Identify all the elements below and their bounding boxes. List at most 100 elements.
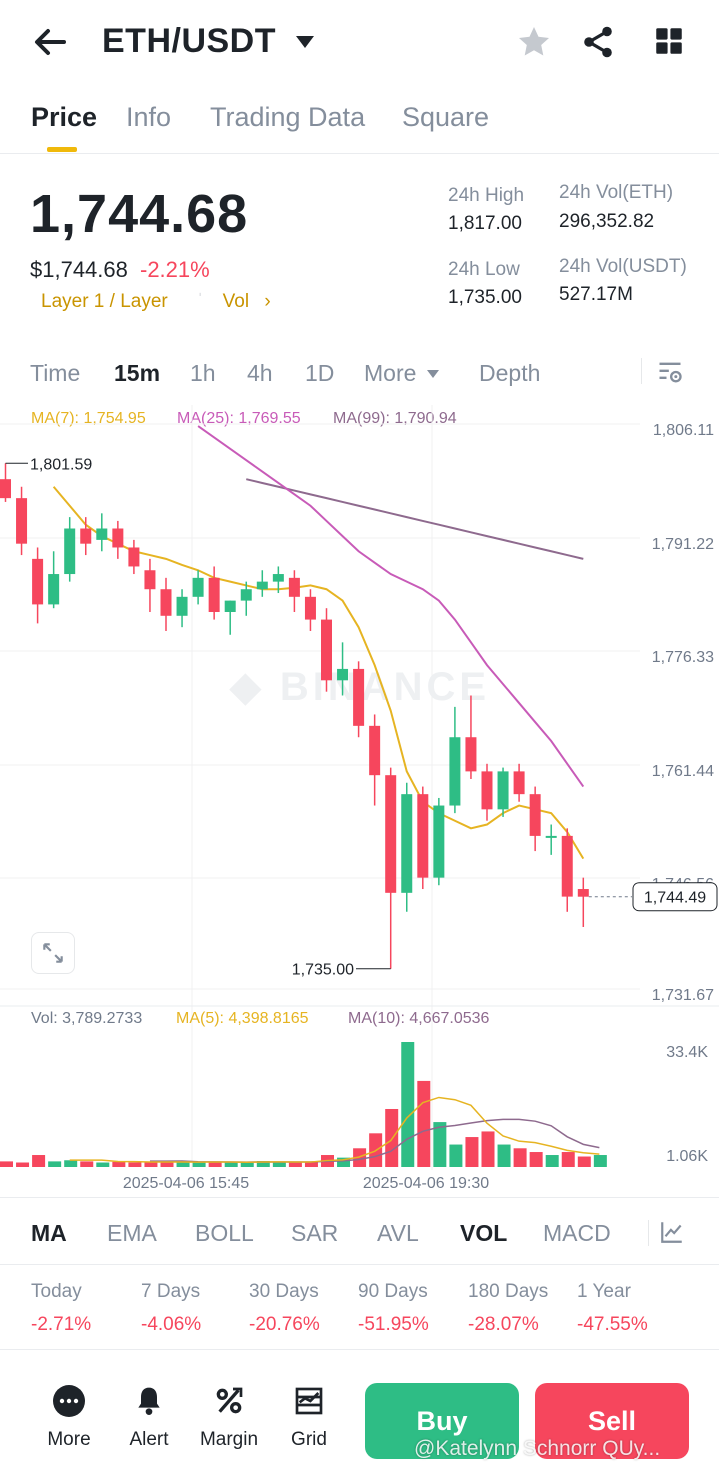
candle-body <box>465 737 477 772</box>
bottom-more-button[interactable]: More <box>24 1385 114 1451</box>
perf-label-1y: 1 Year <box>577 1281 631 1302</box>
candle-body <box>112 528 124 548</box>
volume-bar <box>288 1162 302 1167</box>
category-tag[interactable]: Layer 1 / Layer <box>41 291 168 312</box>
divider <box>0 1197 719 1198</box>
volume-bar <box>529 1152 543 1167</box>
ind-boll[interactable]: BOLL <box>195 1220 254 1247</box>
ma25-line <box>197 425 585 788</box>
share-icon[interactable] <box>580 24 616 65</box>
candle-body <box>144 570 156 590</box>
ind-macd[interactable]: MACD <box>543 1220 611 1247</box>
price-chart[interactable]: ◆ BINANCE 1,806.111,791.221,776.331,761.… <box>0 400 719 1210</box>
volume-bar <box>192 1162 206 1167</box>
tab-square[interactable]: Square <box>402 102 489 133</box>
vol-label: Vol: 3,789.2733 <box>31 1010 143 1027</box>
pair-title[interactable]: ETH/USDT <box>102 22 276 61</box>
volume-bar <box>272 1162 286 1167</box>
tf-1h[interactable]: 1h <box>190 360 216 387</box>
candle-body <box>577 889 589 897</box>
volume-bar <box>80 1161 94 1167</box>
volume-tick-label: 33.4K <box>666 1044 708 1061</box>
buy-label: Buy <box>416 1405 468 1436</box>
bell-icon <box>133 1385 165 1417</box>
ind-ema[interactable]: EMA <box>107 1220 157 1247</box>
high-value: 1,817.00 <box>448 213 522 234</box>
star-icon[interactable] <box>516 24 552 65</box>
volume-bar <box>224 1162 238 1167</box>
perf-value-30d: -20.76% <box>249 1314 320 1335</box>
volume-bar <box>577 1156 591 1167</box>
vol-ma10-label: MA(10): 4,667.0536 <box>348 1010 490 1027</box>
grid-menu-icon[interactable] <box>652 24 686 63</box>
candle-body <box>176 596 188 616</box>
volume-bar <box>417 1080 431 1167</box>
vol-usdt-label: 24h Vol(USDT) <box>559 256 687 277</box>
candle-body <box>48 574 60 605</box>
usd-price: $1,744.68 <box>30 257 128 282</box>
candle-body <box>160 589 172 616</box>
ind-sar[interactable]: SAR <box>291 1220 338 1247</box>
tf-more[interactable]: More <box>364 360 416 387</box>
grid-label: Grid <box>291 1429 327 1450</box>
y-tick-label: 1,761.44 <box>652 763 714 780</box>
volume-bar <box>48 1161 62 1167</box>
volume-bar <box>240 1162 254 1167</box>
candle-body <box>513 771 525 795</box>
tab-info[interactable]: Info <box>126 102 171 133</box>
perf-value-1y: -47.55% <box>577 1314 648 1335</box>
tf-15m[interactable]: 15m <box>114 360 160 387</box>
volume-bar <box>513 1148 527 1167</box>
tf-time[interactable]: Time <box>30 360 80 387</box>
volume-bar <box>144 1162 158 1167</box>
tab-trading-data[interactable]: Trading Data <box>210 102 365 133</box>
candle-body <box>401 794 413 893</box>
candle-body <box>256 581 268 590</box>
ind-vol[interactable]: VOL <box>460 1220 507 1247</box>
candle-body <box>32 558 44 605</box>
sell-label: Sell <box>587 1405 637 1436</box>
candle-body <box>433 805 445 878</box>
user-watermark: @Katelynn Schnorr QUy... <box>414 1437 661 1460</box>
last-price: 1,744.68 <box>30 184 249 244</box>
chart-settings-icon[interactable] <box>656 358 684 391</box>
y-tick-label: 1,776.33 <box>652 649 714 666</box>
volume-bar <box>112 1161 126 1167</box>
ma99-line <box>246 478 584 560</box>
tf-4h[interactable]: 4h <box>247 360 273 387</box>
ind-avl[interactable]: AVL <box>377 1220 419 1247</box>
volume-bar <box>593 1155 607 1167</box>
more-icon <box>53 1385 85 1417</box>
tab-price[interactable]: Price <box>31 102 97 133</box>
candle-body <box>240 589 252 601</box>
candle-body <box>417 794 429 878</box>
volume-bar <box>561 1152 575 1167</box>
perf-label-180d: 180 Days <box>468 1281 549 1302</box>
candle-body <box>128 547 140 567</box>
back-icon[interactable] <box>30 22 70 62</box>
divider <box>0 153 719 154</box>
expand-icon[interactable] <box>31 932 75 974</box>
tf-1d[interactable]: 1D <box>305 360 334 387</box>
volume-bar <box>497 1144 511 1167</box>
divider <box>641 358 642 384</box>
more-dropdown-icon <box>426 366 440 384</box>
perf-value-today: -2.71% <box>31 1314 92 1335</box>
vol-ma5-label: MA(5): 4,398.8165 <box>176 1010 309 1027</box>
perf-label-30d: 30 Days <box>249 1281 319 1302</box>
candle-body <box>64 528 76 575</box>
ind-ma[interactable]: MA <box>31 1220 67 1247</box>
bottom-margin-button[interactable]: Margin <box>184 1385 274 1451</box>
volume-bar <box>481 1131 495 1167</box>
vol-link[interactable]: Vol <box>223 291 249 312</box>
vol-eth-value: 296,352.82 <box>559 211 655 232</box>
vol-eth-label: 24h Vol(ETH) <box>559 182 674 203</box>
bottom-alert-button[interactable]: Alert <box>104 1385 194 1451</box>
pair-dropdown-icon[interactable] <box>294 34 316 55</box>
candle-body <box>321 619 332 681</box>
candle-body <box>192 577 204 597</box>
tf-depth[interactable]: Depth <box>479 360 540 387</box>
candle-body <box>16 498 28 544</box>
indicator-settings-icon[interactable] <box>659 1219 685 1250</box>
bottom-grid-button[interactable]: Grid <box>264 1385 354 1451</box>
